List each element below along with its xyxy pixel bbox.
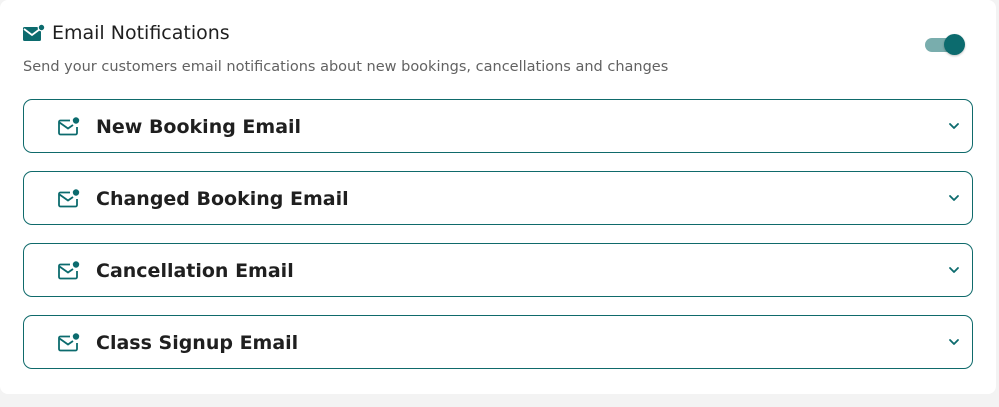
- email-notifications-card: Email Notifications Send your customers …: [0, 0, 996, 394]
- mail-notification-icon: [58, 189, 80, 208]
- mail-notification-icon: [58, 261, 80, 280]
- accordion-changed-booking-email[interactable]: Changed Booking Email: [23, 171, 973, 225]
- chevron-down-icon: [949, 123, 959, 129]
- chevron-down-icon: [949, 195, 959, 201]
- email-notifications-toggle[interactable]: [925, 34, 965, 56]
- mail-notification-icon: [58, 333, 80, 352]
- accordion-label: New Booking Email: [96, 116, 302, 138]
- accordion-cancellation-email[interactable]: Cancellation Email: [23, 243, 973, 297]
- mail-notification-icon: [58, 117, 80, 136]
- accordion-label: Changed Booking Email: [96, 188, 349, 210]
- accordion-label: Cancellation Email: [96, 260, 294, 282]
- mail-notification-icon: [23, 24, 45, 41]
- accordion-label: Class Signup Email: [96, 332, 299, 354]
- chevron-down-icon: [949, 267, 959, 273]
- chevron-down-icon: [949, 339, 959, 345]
- accordion-class-signup-email[interactable]: Class Signup Email: [23, 315, 973, 369]
- section-title: Email Notifications: [52, 22, 230, 44]
- toggle-knob: [944, 34, 965, 55]
- section-description: Send your customers email notifications …: [23, 59, 669, 75]
- accordion-new-booking-email[interactable]: New Booking Email: [23, 99, 973, 153]
